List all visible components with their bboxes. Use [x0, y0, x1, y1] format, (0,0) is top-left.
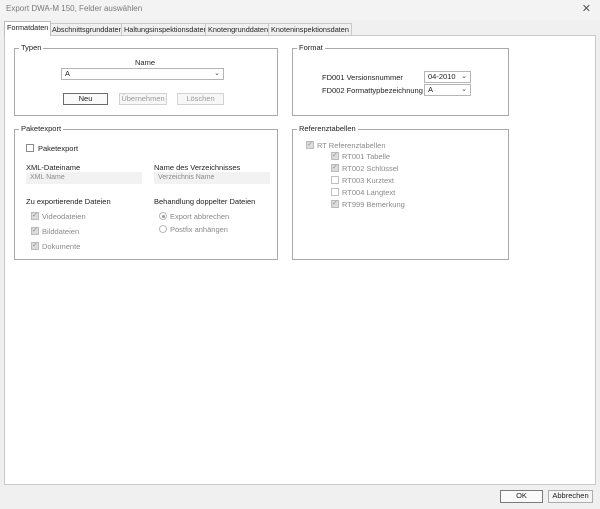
paketexport-group: Paketexport Paketexport XML-Dateiname XM…	[14, 124, 278, 260]
paketexport-checkbox-label: Paketexport	[38, 144, 79, 153]
chevron-down-icon: ⌄	[461, 73, 467, 80]
verzeichnis-input[interactable]: Verzeichnis Name	[154, 172, 270, 184]
window-title: Export DWA-M 150, Felder auswählen	[6, 4, 143, 13]
rt004-label: RT004 Langtext	[342, 188, 396, 197]
tab-knoteninspektionsdaten[interactable]: Knoteninspektionsdaten	[268, 23, 352, 35]
bilddateien-label: Bilddateien	[42, 227, 80, 236]
files-title: Zu exportierende Dateien	[26, 197, 111, 206]
export-abbrechen-radio[interactable]	[159, 212, 167, 220]
neu-button[interactable]: Neu	[63, 93, 108, 105]
videodateien-checkbox[interactable]	[31, 211, 39, 220]
rt004-checkbox[interactable]	[331, 188, 339, 196]
dialog-footer: OK Abbrechen	[0, 486, 600, 509]
tab-haltungsinspektionsdaten[interactable]: Haltungsinspektionsdaten	[121, 23, 211, 35]
duplicate-title: Behandlung doppelter Dateien	[154, 197, 256, 206]
postfix-anhaengen-label: Postfix anhängen	[170, 225, 228, 234]
rt003-checkbox[interactable]	[331, 176, 339, 184]
name-value: A	[65, 69, 71, 78]
format-title: Format	[297, 43, 325, 52]
tab-formatdaten[interactable]: Formatdaten	[4, 21, 52, 36]
dokumente-label: Dokumente	[42, 242, 81, 251]
formattyp-combobox[interactable]: A ⌄	[424, 84, 471, 96]
referenztabellen-group: Referenztabellen RT Referenztabellen RT0…	[292, 124, 509, 260]
export-abbrechen-label: Export abbrechen	[170, 212, 230, 221]
paketexport-checkbox[interactable]	[26, 144, 34, 152]
tab-knotengrunddaten[interactable]: Knotengrunddaten	[205, 23, 272, 35]
rt002-checkbox[interactable]	[331, 163, 339, 172]
tab-abschnittsgrunddaten[interactable]: Abschnittsgrunddaten	[49, 23, 126, 35]
format-group: Format FD001 Versionsnummer 04-2010 ⌄ FD…	[292, 43, 509, 116]
tab-panel-formatdaten: Typen Name A ⌄ Neu Übernehmen Löschen Fo…	[4, 35, 596, 485]
abbrechen-button[interactable]: Abbrechen	[548, 490, 593, 503]
ok-button[interactable]: OK	[500, 490, 543, 503]
referenztabellen-title: Referenztabellen	[297, 124, 358, 133]
videodateien-label: Videodateien	[42, 212, 86, 221]
formattyp-value: A	[428, 85, 434, 94]
loeschen-button[interactable]: Löschen	[177, 93, 224, 105]
title-bar: Export DWA-M 150, Felder auswählen ✕	[0, 0, 600, 20]
rt002-label: RT002 Schlüssel	[342, 164, 399, 173]
paketexport-title: Paketexport	[19, 124, 64, 133]
tab-strip: Formatdaten Abschnittsgrunddaten Haltung…	[4, 21, 596, 36]
chevron-down-icon: ⌄	[461, 86, 467, 93]
rt999-label: RT999 Bemerkung	[342, 200, 405, 209]
postfix-anhaengen-radio[interactable]	[159, 225, 167, 233]
rt003-label: RT003 Kurztext	[342, 176, 394, 185]
xml-dateiname-input[interactable]: XML Name	[26, 172, 142, 184]
versionsnummer-value: 04-2010	[428, 72, 456, 81]
rt001-checkbox[interactable]	[331, 151, 339, 160]
xml-dateiname-label: XML-Dateiname	[26, 163, 81, 172]
uebernehmen-button[interactable]: Übernehmen	[119, 93, 167, 105]
typen-title: Typen	[19, 43, 44, 52]
dokumente-checkbox[interactable]	[31, 241, 39, 250]
versionsnummer-combobox[interactable]: 04-2010 ⌄	[424, 71, 471, 83]
name-label: Name	[135, 58, 156, 67]
versionsnummer-label: FD001 Versionsnummer	[322, 73, 403, 82]
chevron-down-icon: ⌄	[214, 70, 220, 77]
rt-referenztabellen-checkbox[interactable]	[306, 140, 314, 149]
close-icon[interactable]: ✕	[582, 2, 591, 15]
name-combobox[interactable]: A ⌄	[61, 68, 224, 80]
bilddateien-checkbox[interactable]	[31, 226, 39, 235]
formattyp-label: FD002 Formattypbezeichnung	[322, 86, 423, 95]
rt-referenztabellen-label: RT Referenztabellen	[317, 141, 386, 150]
verzeichnis-label: Name des Verzeichnisses	[154, 163, 241, 172]
rt999-checkbox[interactable]	[331, 199, 339, 208]
typen-group: Typen Name A ⌄ Neu Übernehmen Löschen	[14, 43, 278, 116]
rt001-label: RT001 Tabelle	[342, 152, 391, 161]
